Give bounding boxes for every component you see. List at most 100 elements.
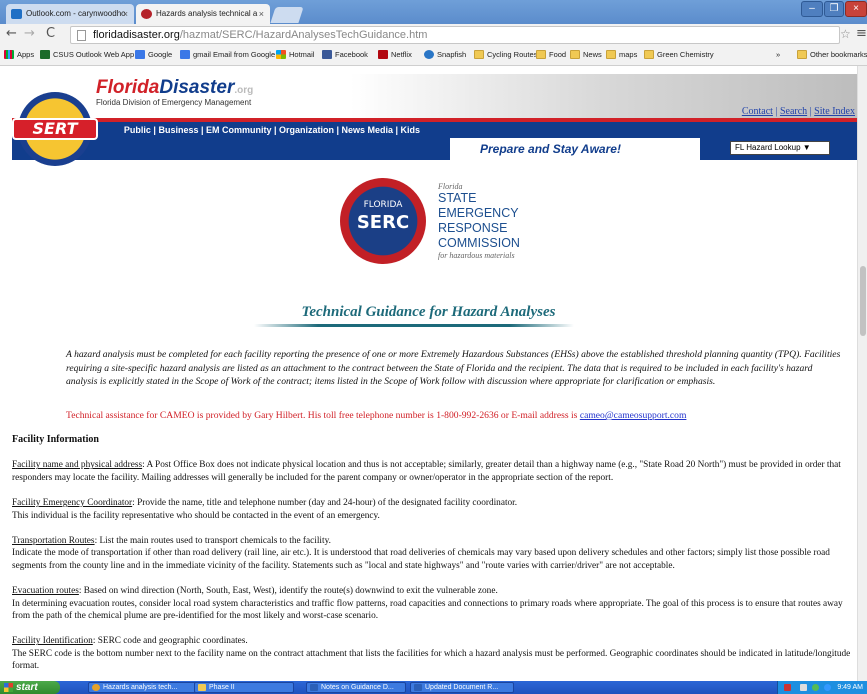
intro-paragraph: A hazard analysis must be completed for …	[66, 349, 841, 387]
site-brand[interactable]: FloridaDisaster.org Florida Division of …	[96, 77, 253, 107]
cameo-email-link[interactable]: cameo@cameosupport.com	[580, 410, 687, 421]
utility-links: Contact | Search | Site Index	[741, 106, 855, 117]
clock[interactable]: 9:49 AM	[837, 684, 863, 691]
bookmark-hotmail[interactable]: Hotmail	[276, 50, 314, 59]
tray-security-icon[interactable]	[824, 684, 831, 691]
snapfish-icon	[424, 50, 434, 59]
main-nav[interactable]: Public | Business | EM Community | Organ…	[12, 125, 532, 135]
bookmark-maps[interactable]: maps	[606, 50, 637, 59]
contact-link[interactable]: Contact	[742, 106, 773, 117]
page-icon	[77, 30, 86, 41]
start-button[interactable]: start	[0, 681, 60, 694]
facility-information-section: Facility Information Facility name and p…	[12, 434, 852, 681]
taskbar: start Hazards analysis tech... Phase II …	[0, 681, 867, 694]
windows-logo-icon	[4, 683, 13, 692]
google-icon	[180, 50, 190, 59]
folder-icon	[536, 50, 546, 59]
forward-icon[interactable]: →	[24, 26, 35, 41]
bookmark-cycling-routes[interactable]: Cycling Routes	[474, 50, 537, 59]
bookmark-food[interactable]: Food	[536, 50, 566, 59]
site-index-link[interactable]: Site Index	[814, 106, 855, 117]
bookmark-netflix[interactable]: Netflix	[378, 50, 412, 59]
bookmarks-overflow-button[interactable]: »	[776, 50, 780, 59]
item-facility-name: Facility name and physical address: A Po…	[12, 460, 841, 483]
close-tab-icon[interactable]: ×	[259, 9, 264, 19]
florida-disaster-favicon	[141, 9, 152, 19]
bookmark-news[interactable]: News	[570, 50, 602, 59]
network-icon[interactable]	[800, 684, 807, 691]
tab-outlook[interactable]: Outlook.com - carynwoodho ×	[6, 4, 134, 24]
back-icon[interactable]: ←	[6, 26, 17, 41]
tab-hazards[interactable]: Hazards analysis technical a ×	[136, 4, 270, 24]
search-link[interactable]: Search	[780, 106, 807, 117]
serc-tagline: for hazardous materials	[438, 251, 515, 260]
bookmark-google[interactable]: Google	[135, 50, 172, 59]
brand-org: .org	[234, 85, 254, 96]
section-heading: Facility Information	[12, 434, 99, 445]
item-transportation-routes: Transportation Routes: List the main rou…	[12, 536, 830, 571]
close-tab-icon[interactable]: ×	[123, 9, 128, 19]
item-label: Evacuation routes	[12, 586, 79, 597]
bookmark-csus-outlook[interactable]: CSUS Outlook Web App	[40, 50, 134, 59]
url-path: /hazmat/SERC/HazardAnalysesTechGuidance.…	[179, 29, 428, 41]
google-icon	[135, 50, 145, 59]
folder-icon	[797, 50, 807, 59]
new-tab-button[interactable]	[270, 7, 304, 23]
item-evacuation-routes: Evacuation routes: Based on wind directi…	[12, 586, 843, 622]
serc-logo-acronym: SERC	[356, 212, 410, 233]
site-header: SERT FloridaDisaster.org Florida Divisio…	[12, 74, 857, 170]
system-tray: 9:49 AM	[777, 681, 867, 694]
facebook-icon	[322, 50, 332, 59]
item-emergency-coordinator: Facility Emergency Coordinator: Provide …	[12, 498, 518, 521]
netflix-icon	[378, 50, 388, 59]
minimize-button[interactable]: –	[801, 1, 823, 17]
bookmark-snapfish[interactable]: Snapfish	[424, 50, 466, 59]
bookmark-apps[interactable]: Apps	[4, 50, 34, 59]
browser-toolbar: ← → C floridadisaster.org/hazmat/SERC/Ha…	[0, 24, 867, 46]
url-host: floridadisaster.org	[93, 29, 180, 41]
menu-icon[interactable]: ≡	[856, 26, 867, 41]
serc-wordmark: Florida STATE EMERGENCY RESPONSE COMMISS…	[438, 182, 520, 260]
hotmail-icon	[276, 50, 286, 59]
tech-assistance-note: Technical assistance for CAMEO is provid…	[66, 410, 687, 421]
word-icon	[310, 684, 318, 691]
tray-app-icon[interactable]	[784, 684, 791, 691]
bookmark-gmail[interactable]: gmail Email from Google	[180, 50, 275, 59]
brand-disaster: Disaster	[159, 77, 235, 98]
tray-status-icon[interactable]	[812, 684, 819, 691]
address-bar[interactable]: floridadisaster.org/hazmat/SERC/HazardAn…	[70, 26, 840, 44]
serc-line-commission: COMMISSION	[438, 236, 520, 250]
tab-strip: Outlook.com - carynwoodho × Hazards anal…	[0, 0, 867, 24]
tab-title: Hazards analysis technical a	[156, 9, 258, 18]
taskbar-item-notes[interactable]: Notes on Guidance D...	[306, 682, 406, 693]
brand-subtitle: Florida Division of Emergency Management	[96, 98, 252, 107]
folder-icon	[606, 50, 616, 59]
outlook-icon	[11, 9, 22, 19]
maximize-button[interactable]: ❐	[824, 1, 844, 17]
page-title: Technical Guidance for Hazard Analyses	[301, 304, 556, 320]
item-label: Facility name and physical address	[12, 460, 143, 471]
apps-icon	[4, 50, 14, 59]
slogan: Prepare and Stay Aware!	[472, 142, 629, 156]
bookmark-star-icon[interactable]: ☆	[840, 27, 851, 41]
csus-icon	[40, 50, 50, 59]
folder-icon	[474, 50, 484, 59]
scrollbar-thumb[interactable]	[860, 266, 866, 336]
folder-icon	[570, 50, 580, 59]
tab-title: Outlook.com - carynwoodho	[26, 9, 126, 18]
reload-icon[interactable]: C	[46, 26, 55, 41]
taskbar-item-phase-ii[interactable]: Phase II	[194, 682, 294, 693]
vertical-scrollbar[interactable]	[857, 66, 867, 681]
close-window-button[interactable]: ×	[845, 1, 867, 17]
other-bookmarks[interactable]: Other bookmarks	[797, 50, 867, 59]
item-label: Facility Emergency Coordinator	[12, 498, 133, 509]
bookmark-green-chemistry[interactable]: Green Chemistry	[644, 50, 714, 59]
serc-line-response: RESPONSE	[438, 221, 508, 235]
item-label: Transportation Routes	[12, 536, 95, 547]
bookmark-facebook[interactable]: Facebook	[322, 50, 368, 59]
taskbar-item-updated-document[interactable]: Updated Document R...	[410, 682, 514, 693]
folder-icon	[198, 684, 206, 691]
brand-florida: Florida	[96, 77, 160, 98]
hazard-lookup-select[interactable]: FL Hazard Lookup ▼	[730, 141, 830, 155]
serc-florida: Florida	[438, 182, 463, 191]
